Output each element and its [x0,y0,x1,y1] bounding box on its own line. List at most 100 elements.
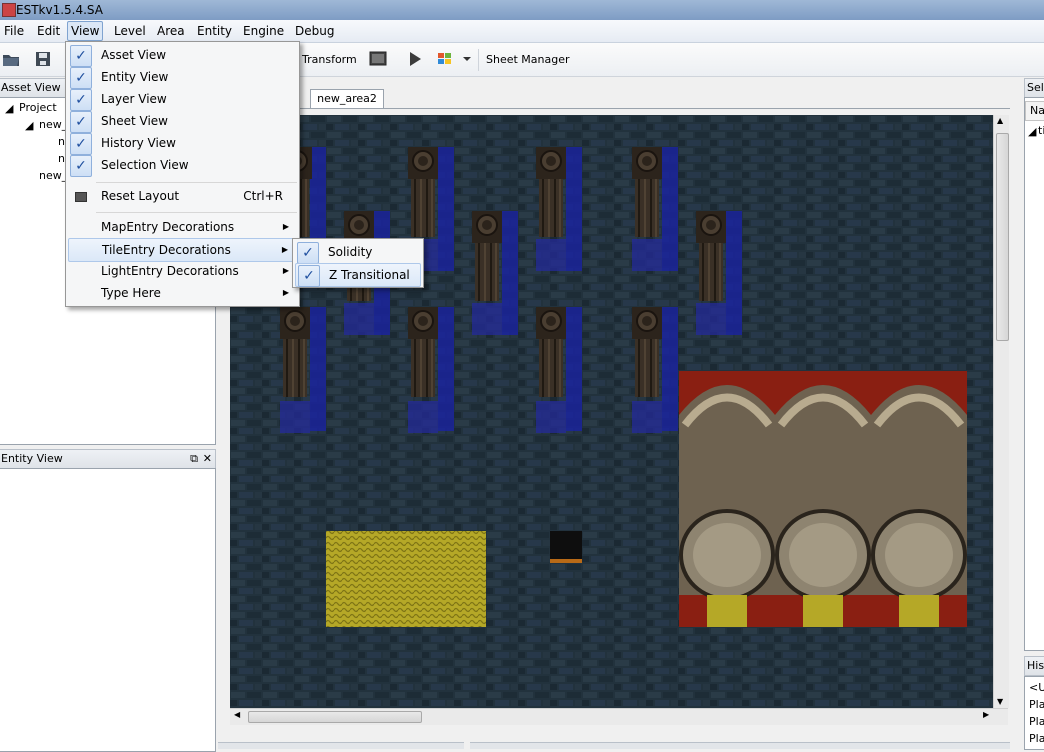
menu-item-z-transitional[interactable]: ✓ Z Transitional [295,263,421,287]
dark-crate-tile [550,531,582,563]
view-menu: ✓ Asset View ✓ Entity View ✓ Layer View … [65,41,300,307]
pillar [535,306,582,433]
tree-item[interactable]: new_ [39,118,67,131]
menu-debug[interactable]: Debug [292,23,337,39]
entity-view-header: Entity View ⧉ ✕ [0,449,216,469]
pillar [631,146,678,271]
horizontal-scroll-thumb[interactable] [248,711,422,723]
horizontal-scrollbar[interactable]: ◀ ▶ [230,708,1008,725]
check-icon: ✓ [297,242,319,264]
menu-item-lightentry-decorations[interactable]: LightEntry Decorations ▶ [68,260,297,282]
scroll-up-icon[interactable]: ▲ [997,116,1003,125]
history-item[interactable]: <U [1029,681,1044,694]
tree-item-project[interactable]: Project [19,101,57,114]
scroll-left-icon[interactable]: ◀ [234,710,240,719]
submenu-arrow-icon: ▶ [282,266,289,275]
check-icon: ✓ [298,265,320,287]
tab-strip-line [218,108,1010,109]
transform-button[interactable]: Transform [302,53,357,66]
menu-item-history-view[interactable]: ✓ History View [68,132,297,155]
menu-item-reset-layout[interactable]: Reset Layout Ctrl+R [68,185,297,207]
menu-engine[interactable]: Engine [240,23,287,39]
restore-icon[interactable]: ⧉ [190,450,198,468]
vertical-scroll-thumb[interactable] [996,133,1009,341]
check-icon: ✓ [70,155,92,177]
pillar [407,306,454,433]
check-icon: ✓ [70,89,92,111]
history-view-title: Hist [1027,659,1044,672]
windows-flag-icon[interactable] [436,51,454,67]
check-icon: ✓ [70,133,92,155]
name-column-header[interactable]: Na [1025,101,1044,121]
yellow-mat-tile [326,531,486,627]
tree-expander[interactable]: ◢ [1028,125,1036,138]
menu-edit[interactable]: Edit [34,23,63,39]
play-icon[interactable] [406,51,424,67]
menu-area[interactable]: Area [154,23,188,39]
close-icon[interactable]: ✕ [203,450,212,468]
asset-view-title: Asset View [1,81,61,94]
selection-view-header: Sele [1024,78,1044,98]
menu-item-mapentry-decorations[interactable]: MapEntry Decorations ▶ [68,216,297,238]
tree-item[interactable]: til [1038,124,1044,137]
menu-entity[interactable]: Entity [194,23,235,39]
history-item[interactable]: Pla [1029,698,1044,711]
scroll-down-icon[interactable]: ▼ [997,697,1003,706]
entity-view-title: Entity View [1,452,63,465]
menu-item-type-here[interactable]: Type Here ▶ [68,282,297,304]
toolbar-separator [478,49,479,71]
tree-item[interactable]: n [58,135,65,148]
pillar [695,210,742,335]
history-view-header: Hist [1024,656,1044,676]
save-icon[interactable] [34,51,52,67]
tree-item[interactable]: new_ [39,169,67,182]
tree-item[interactable]: n [58,152,65,165]
check-icon: ✓ [70,45,92,67]
menu-separator [96,182,297,183]
history-view-body: <U Pla Pla Pla [1024,676,1044,750]
tileentry-submenu: ✓ Solidity ✓ Z Transitional [292,238,424,288]
window-title: ESTkv1.5.4.SA [16,3,103,17]
check-icon: ✓ [70,111,92,133]
selection-view-body: Na ◢ til [1024,97,1044,651]
pillar [631,306,678,433]
menu-item-asset-view[interactable]: ✓ Asset View [68,44,297,67]
selection-view-title: Sele [1027,81,1044,94]
history-item[interactable]: Pla [1029,732,1044,745]
menu-item-solidity[interactable]: ✓ Solidity [295,241,421,264]
dropdown-arrow-icon[interactable] [461,51,473,67]
pillar [535,146,582,271]
scroll-right-icon[interactable]: ▶ [983,710,989,719]
tree-expander[interactable]: ◢ [5,102,13,115]
submenu-arrow-icon: ▶ [282,222,289,231]
menu-item-entity-view[interactable]: ✓ Entity View [68,66,297,89]
menu-level[interactable]: Level [111,23,149,39]
app-icon [2,3,16,17]
reset-layout-icon [75,192,87,202]
menu-file[interactable]: File [1,23,27,39]
menu-bar: File Edit View Level Area Entity Engine … [0,20,1044,43]
sheet-manager-button[interactable]: Sheet Manager [486,53,570,66]
vertical-scrollbar[interactable]: ▲ ▼ [993,115,1009,708]
menu-item-layer-view[interactable]: ✓ Layer View [68,88,297,111]
menu-item-selection-view[interactable]: ✓ Selection View [68,154,297,177]
entity-view-body [0,468,216,752]
history-item[interactable]: Pla [1029,715,1044,728]
barrels-tile [679,371,967,627]
map-canvas[interactable] [230,115,993,708]
monitor-icon[interactable] [369,51,387,67]
reset-layout-shortcut: Ctrl+R [243,189,283,203]
tree-expander[interactable]: ◢ [25,119,33,132]
menu-item-tileentry-decorations[interactable]: TileEntry Decorations ▶ [68,238,297,262]
pillar [279,306,326,433]
pillar [471,210,518,335]
menu-separator [96,212,297,213]
submenu-arrow-icon: ▶ [281,245,288,254]
title-bar: ESTkv1.5.4.SA [0,0,1044,20]
menu-view[interactable]: View [67,21,104,41]
check-icon: ✓ [70,67,92,89]
open-folder-icon[interactable] [2,51,20,67]
menu-item-sheet-view[interactable]: ✓ Sheet View [68,110,297,133]
tab-new-area2[interactable]: new_area2 [310,89,384,108]
map-scene [230,115,993,708]
